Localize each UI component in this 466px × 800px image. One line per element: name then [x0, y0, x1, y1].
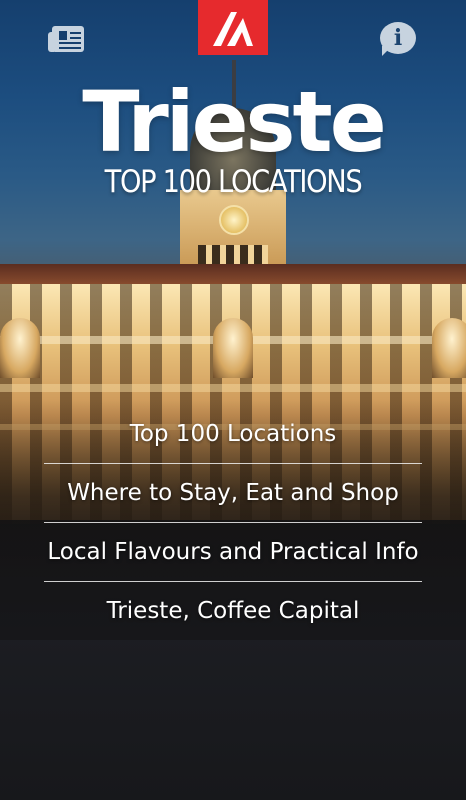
logo-mark-icon: [213, 12, 253, 46]
main-menu: Top 100 Locations Where to Stay, Eat and…: [0, 405, 466, 640]
clock-face: [219, 205, 249, 235]
tower-windows: [198, 245, 268, 265]
app-subtitle: TOP 100 LOCATIONS: [104, 164, 363, 200]
info-button[interactable]: i: [378, 20, 418, 58]
menu-item-local-flavours[interactable]: Local Flavours and Practical Info: [0, 523, 466, 581]
menu-item-coffee-capital[interactable]: Trieste, Coffee Capital: [0, 582, 466, 640]
news-button[interactable]: [48, 24, 86, 54]
facade-arch: [432, 318, 466, 378]
app-title: Trieste: [82, 73, 386, 171]
facade-band: [0, 384, 466, 392]
facade-arch: [0, 318, 40, 378]
home-screen: i Trieste TOP 100 LOCATIONS Top 100 Loca…: [0, 0, 466, 800]
menu-item-top-100-locations[interactable]: Top 100 Locations: [0, 405, 466, 463]
info-glyph: i: [393, 25, 403, 51]
building-roof: [0, 264, 466, 286]
facade-arch: [213, 318, 253, 378]
touring-logo: [198, 0, 268, 55]
menu-item-stay-eat-shop[interactable]: Where to Stay, Eat and Shop: [0, 464, 466, 522]
